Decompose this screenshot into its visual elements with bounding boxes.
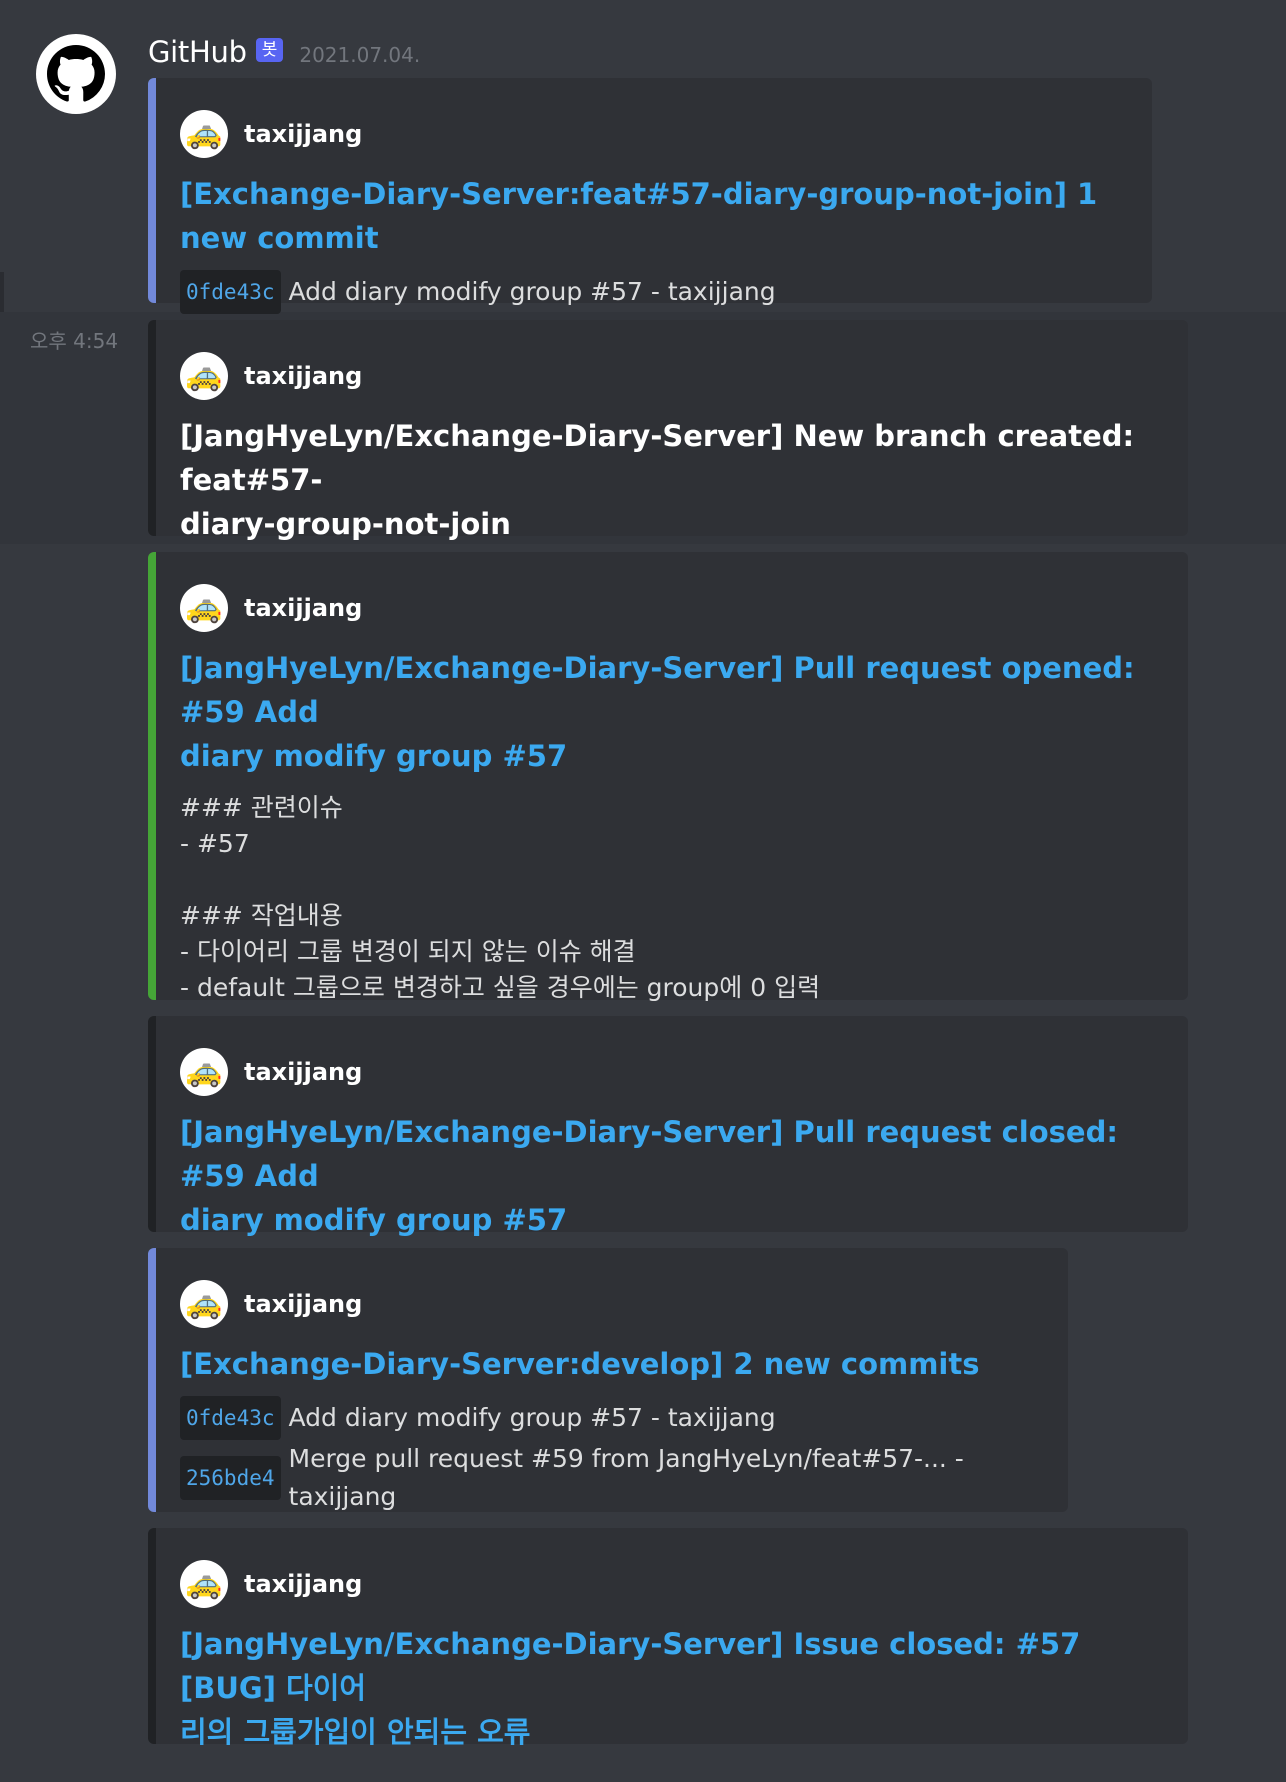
bot-tag: 봇: [255, 38, 284, 62]
embed-author: 🚕 taxijjang: [180, 1560, 1158, 1608]
taxi-icon: 🚕: [180, 1048, 228, 1096]
embed-title-line1[interactable]: [JangHyeLyn/Exchange-Diary-Server] Issue…: [180, 1622, 1158, 1710]
embed-title-link[interactable]: [JangHyeLyn/Exchange-Diary-Server] Pull …: [180, 1110, 1158, 1242]
embed-author: 🚕 taxijjang: [180, 352, 1158, 400]
commit-list: 0fde43c Add diary modify group #57 - tax…: [180, 270, 1122, 314]
github-icon: [47, 45, 105, 102]
embed-author: 🚕 taxijjang: [180, 1048, 1158, 1096]
embed-author: 🚕 taxijjang: [180, 110, 1122, 158]
embed-title-link[interactable]: [Exchange-Diary-Server:feat#57-diary-gro…: [180, 172, 1122, 260]
embed-author-name[interactable]: taxijjang: [244, 1570, 362, 1598]
commit-list: 0fde43c Add diary modify group #57 - tax…: [180, 1396, 1038, 1516]
commit-message: Merge pull request #59 from JangHyeLyn/f…: [288, 1444, 964, 1511]
taxi-icon: 🚕: [180, 1560, 228, 1608]
embed-title-line2[interactable]: diary modify group #57: [180, 1198, 1158, 1242]
embed-title-line1: [JangHyeLyn/Exchange-Diary-Server] New b…: [180, 419, 1135, 497]
embed-commit: 🚕 taxijjang [Exchange-Diary-Server:feat#…: [148, 78, 1152, 314]
embed-title-line2[interactable]: diary modify group #57: [180, 734, 1158, 778]
embed-title-line2: diary-group-not-join: [180, 507, 511, 541]
taxi-icon: 🚕: [180, 1280, 228, 1328]
commit-message: Add diary modify group #57 - taxijjang: [288, 1403, 776, 1432]
embed-branch-created: 🚕 taxijjang [JangHyeLyn/Exchange-Diary-S…: [148, 320, 1188, 541]
embed-title-text[interactable]: [Exchange-Diary-Server:feat#57-diary-gro…: [180, 177, 1097, 255]
taxi-icon: 🚕: [180, 110, 228, 158]
embed-author-name[interactable]: taxijjang: [244, 120, 362, 148]
embed-pr-closed: 🚕 taxijjang [JangHyeLyn/Exchange-Diary-S…: [148, 1016, 1188, 1237]
embed-author: 🚕 taxijjang: [180, 584, 1158, 632]
hover-timestamp: 오후 4:54: [30, 329, 119, 353]
github-avatar[interactable]: [36, 34, 116, 114]
embed-author-name[interactable]: taxijjang: [244, 1058, 362, 1086]
embed-title-line1[interactable]: [JangHyeLyn/Exchange-Diary-Server] Pull …: [180, 1110, 1158, 1198]
commit-line: 0fde43c Add diary modify group #57 - tax…: [180, 270, 1122, 314]
embed-title-line1[interactable]: [JangHyeLyn/Exchange-Diary-Server] Pull …: [180, 646, 1158, 734]
embed-title: [JangHyeLyn/Exchange-Diary-Server] New b…: [180, 414, 1158, 546]
commit-message: Add diary modify group #57 - taxijjang: [288, 277, 776, 306]
embed-title-text[interactable]: [Exchange-Diary-Server:develop] 2 new co…: [180, 1347, 980, 1381]
message-header: GitHub 봇 2021.07.04.: [148, 34, 420, 70]
commit-line: 0fde43c Add diary modify group #57 - tax…: [180, 1396, 1038, 1440]
embed-title-link[interactable]: [Exchange-Diary-Server:develop] 2 new co…: [180, 1342, 1038, 1386]
commit-line: 256bde4 Merge pull request #59 from Jang…: [180, 1440, 1038, 1516]
embed-title-link[interactable]: [JangHyeLyn/Exchange-Diary-Server] Issue…: [180, 1622, 1158, 1754]
taxi-icon: 🚕: [180, 352, 228, 400]
author-name[interactable]: GitHub: [148, 35, 247, 69]
embed-issue-closed: 🚕 taxijjang [JangHyeLyn/Exchange-Diary-S…: [148, 1528, 1188, 1749]
message-timestamp[interactable]: 2021.07.04.: [299, 43, 420, 67]
commit-hash-link[interactable]: 0fde43c: [180, 270, 281, 314]
embed-author-name[interactable]: taxijjang: [244, 1290, 362, 1318]
embed-author: 🚕 taxijjang: [180, 1280, 1038, 1328]
embed-pr-opened: 🚕 taxijjang [JangHyeLyn/Exchange-Diary-S…: [148, 552, 1188, 1002]
embed-title-link[interactable]: [JangHyeLyn/Exchange-Diary-Server] Pull …: [180, 646, 1158, 778]
embed-commits-develop: 🚕 taxijjang [Exchange-Diary-Server:devel…: [148, 1248, 1068, 1512]
embed-description: ### 관련이슈 - #57 ### 작업내용 - 다이어리 그룹 변경이 되지…: [180, 793, 821, 1002]
commit-hash-link[interactable]: 256bde4: [180, 1456, 281, 1500]
embed-author-name[interactable]: taxijjang: [244, 362, 362, 390]
taxi-icon: 🚕: [180, 584, 228, 632]
commit-hash-link[interactable]: 0fde43c: [180, 1396, 281, 1440]
embed-author-name[interactable]: taxijjang: [244, 594, 362, 622]
embed-title-line2[interactable]: 리의 그룹가입이 안되는 오류: [180, 1710, 1158, 1754]
